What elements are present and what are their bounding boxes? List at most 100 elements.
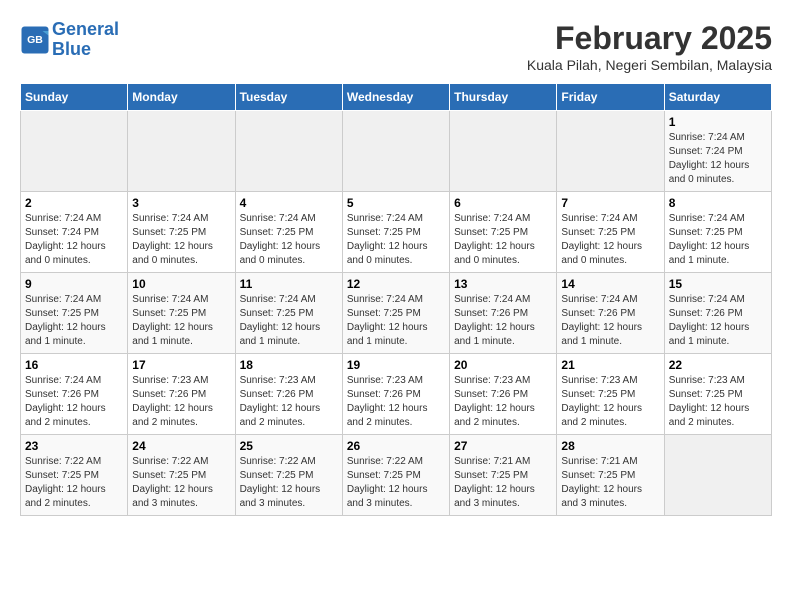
calendar-cell: 5 Sunrise: 7:24 AM Sunset: 7:25 PM Daylig…: [342, 192, 449, 273]
main-title: February 2025: [527, 20, 772, 57]
logo-line1: General: [52, 19, 119, 39]
col-thursday: Thursday: [450, 84, 557, 111]
logo: GB General Blue: [20, 20, 119, 60]
day-number: 11: [240, 277, 338, 291]
day-info: Sunrise: 7:24 AM Sunset: 7:25 PM Dayligh…: [347, 212, 445, 268]
calendar-cell: 1 Sunrise: 7:24 AM Sunset: 7:24 PM Daylig…: [664, 111, 771, 192]
calendar-cell: 8 Sunrise: 7:24 AM Sunset: 7:25 PM Daylig…: [664, 192, 771, 273]
col-tuesday: Tuesday: [235, 84, 342, 111]
day-number: 27: [454, 439, 552, 453]
calendar-cell: 14 Sunrise: 7:24 AM Sunset: 7:26 PM Dayli…: [557, 273, 664, 354]
day-info: Sunrise: 7:24 AM Sunset: 7:25 PM Dayligh…: [454, 212, 552, 268]
col-friday: Friday: [557, 84, 664, 111]
day-info: Sunrise: 7:23 AM Sunset: 7:26 PM Dayligh…: [240, 374, 338, 430]
calendar-cell: 15 Sunrise: 7:24 AM Sunset: 7:26 PM Dayli…: [664, 273, 771, 354]
calendar-cell: 28Sunrise: 7:21 AM Sunset: 7:25 PM Dayli…: [557, 435, 664, 516]
day-number: 10: [132, 277, 230, 291]
calendar-cell: 13 Sunrise: 7:24 AM Sunset: 7:26 PM Dayli…: [450, 273, 557, 354]
day-number: 8: [669, 196, 767, 210]
day-info: Sunrise: 7:24 AM Sunset: 7:26 PM Dayligh…: [25, 374, 123, 430]
calendar-cell: 24 Sunrise: 7:22 AM Sunset: 7:25 PM Dayli…: [128, 435, 235, 516]
calendar-cell: 6 Sunrise: 7:24 AM Sunset: 7:25 PM Daylig…: [450, 192, 557, 273]
day-info: Sunrise: 7:23 AM Sunset: 7:25 PM Dayligh…: [669, 374, 767, 430]
day-info: Sunrise: 7:22 AM Sunset: 7:25 PM Dayligh…: [240, 455, 338, 511]
calendar-cell: 17Sunrise: 7:23 AM Sunset: 7:26 PM Dayli…: [128, 354, 235, 435]
day-number: 25: [240, 439, 338, 453]
calendar-header-row: Sunday Monday Tuesday Wednesday Thursday…: [21, 84, 772, 111]
col-saturday: Saturday: [664, 84, 771, 111]
day-info: Sunrise: 7:22 AM Sunset: 7:25 PM Dayligh…: [347, 455, 445, 511]
page-header: GB General Blue February 2025 Kuala Pila…: [20, 20, 772, 73]
calendar-cell: 12 Sunrise: 7:24 AM Sunset: 7:25 PM Dayli…: [342, 273, 449, 354]
calendar-cell: 26 Sunrise: 7:22 AM Sunset: 7:25 PM Dayli…: [342, 435, 449, 516]
day-number: 3: [132, 196, 230, 210]
calendar-table: Sunday Monday Tuesday Wednesday Thursday…: [20, 83, 772, 516]
day-info: Sunrise: 7:24 AM Sunset: 7:25 PM Dayligh…: [25, 293, 123, 349]
day-number: 14: [561, 277, 659, 291]
day-number: 9: [25, 277, 123, 291]
day-number: 1: [669, 115, 767, 129]
day-info: Sunrise: 7:24 AM Sunset: 7:25 PM Dayligh…: [347, 293, 445, 349]
calendar-cell: [128, 111, 235, 192]
day-info: Sunrise: 7:24 AM Sunset: 7:25 PM Dayligh…: [240, 293, 338, 349]
calendar-week-5: 23Sunrise: 7:22 AM Sunset: 7:25 PM Dayli…: [21, 435, 772, 516]
logo-line2: Blue: [52, 39, 91, 59]
day-info: Sunrise: 7:24 AM Sunset: 7:25 PM Dayligh…: [240, 212, 338, 268]
day-info: Sunrise: 7:24 AM Sunset: 7:25 PM Dayligh…: [561, 212, 659, 268]
day-info: Sunrise: 7:22 AM Sunset: 7:25 PM Dayligh…: [132, 455, 230, 511]
day-info: Sunrise: 7:23 AM Sunset: 7:26 PM Dayligh…: [132, 374, 230, 430]
calendar-week-4: 16 Sunrise: 7:24 AM Sunset: 7:26 PM Dayli…: [21, 354, 772, 435]
day-info: Sunrise: 7:24 AM Sunset: 7:25 PM Dayligh…: [669, 212, 767, 268]
calendar-cell: 20 Sunrise: 7:23 AM Sunset: 7:26 PM Dayli…: [450, 354, 557, 435]
calendar-cell: [557, 111, 664, 192]
day-number: 6: [454, 196, 552, 210]
calendar-week-2: 2 Sunrise: 7:24 AM Sunset: 7:24 PM Daylig…: [21, 192, 772, 273]
day-info: Sunrise: 7:23 AM Sunset: 7:25 PM Dayligh…: [561, 374, 659, 430]
calendar-cell: 21 Sunrise: 7:23 AM Sunset: 7:25 PM Dayli…: [557, 354, 664, 435]
calendar-cell: 25 Sunrise: 7:22 AM Sunset: 7:25 PM Dayli…: [235, 435, 342, 516]
day-number: 24: [132, 439, 230, 453]
calendar-cell: [21, 111, 128, 192]
calendar-week-3: 9 Sunrise: 7:24 AM Sunset: 7:25 PM Daylig…: [21, 273, 772, 354]
day-number: 26: [347, 439, 445, 453]
day-number: 16: [25, 358, 123, 372]
calendar-cell: 10 Sunrise: 7:24 AM Sunset: 7:25 PM Dayli…: [128, 273, 235, 354]
day-info: Sunrise: 7:22 AM Sunset: 7:25 PM Dayligh…: [25, 455, 123, 511]
day-number: 12: [347, 277, 445, 291]
subtitle: Kuala Pilah, Negeri Sembilan, Malaysia: [527, 57, 772, 73]
day-info: Sunrise: 7:24 AM Sunset: 7:24 PM Dayligh…: [669, 131, 767, 187]
day-info: Sunrise: 7:24 AM Sunset: 7:26 PM Dayligh…: [561, 293, 659, 349]
calendar-cell: 27 Sunrise: 7:21 AM Sunset: 7:25 PM Dayli…: [450, 435, 557, 516]
day-info: Sunrise: 7:21 AM Sunset: 7:25 PM Dayligh…: [561, 455, 659, 511]
calendar-week-1: 1 Sunrise: 7:24 AM Sunset: 7:24 PM Daylig…: [21, 111, 772, 192]
day-number: 15: [669, 277, 767, 291]
day-number: 19: [347, 358, 445, 372]
day-number: 22: [669, 358, 767, 372]
calendar-cell: 23Sunrise: 7:22 AM Sunset: 7:25 PM Dayli…: [21, 435, 128, 516]
day-info: Sunrise: 7:24 AM Sunset: 7:26 PM Dayligh…: [669, 293, 767, 349]
col-wednesday: Wednesday: [342, 84, 449, 111]
day-number: 20: [454, 358, 552, 372]
calendar-cell: 22 Sunrise: 7:23 AM Sunset: 7:25 PM Dayli…: [664, 354, 771, 435]
calendar-cell: [450, 111, 557, 192]
day-info: Sunrise: 7:23 AM Sunset: 7:26 PM Dayligh…: [347, 374, 445, 430]
calendar-cell: 7Sunrise: 7:24 AM Sunset: 7:25 PM Daylig…: [557, 192, 664, 273]
day-info: Sunrise: 7:24 AM Sunset: 7:26 PM Dayligh…: [454, 293, 552, 349]
day-info: Sunrise: 7:24 AM Sunset: 7:25 PM Dayligh…: [132, 293, 230, 349]
calendar-cell: [235, 111, 342, 192]
calendar-cell: 2 Sunrise: 7:24 AM Sunset: 7:24 PM Daylig…: [21, 192, 128, 273]
day-info: Sunrise: 7:24 AM Sunset: 7:25 PM Dayligh…: [132, 212, 230, 268]
day-info: Sunrise: 7:21 AM Sunset: 7:25 PM Dayligh…: [454, 455, 552, 511]
title-block: February 2025 Kuala Pilah, Negeri Sembil…: [527, 20, 772, 73]
day-number: 13: [454, 277, 552, 291]
day-number: 21: [561, 358, 659, 372]
calendar-cell: [342, 111, 449, 192]
day-number: 5: [347, 196, 445, 210]
svg-text:GB: GB: [27, 34, 43, 46]
calendar-cell: 19 Sunrise: 7:23 AM Sunset: 7:26 PM Dayli…: [342, 354, 449, 435]
day-number: 2: [25, 196, 123, 210]
day-info: Sunrise: 7:24 AM Sunset: 7:24 PM Dayligh…: [25, 212, 123, 268]
day-info: Sunrise: 7:23 AM Sunset: 7:26 PM Dayligh…: [454, 374, 552, 430]
calendar-cell: 18Sunrise: 7:23 AM Sunset: 7:26 PM Dayli…: [235, 354, 342, 435]
day-number: 4: [240, 196, 338, 210]
